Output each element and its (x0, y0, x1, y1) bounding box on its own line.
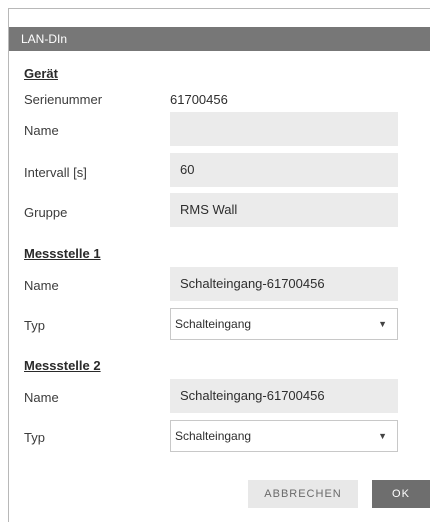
name-label: Name (24, 123, 59, 138)
messstelle2-name-field[interactable]: Schalteingang-61700456 (170, 379, 398, 413)
messstelle2-type-value: Schalteingang (175, 429, 252, 443)
serial-label: Serienummer (24, 92, 103, 107)
interval-value: 60 (180, 162, 195, 177)
messstelle1-type-value: Schalteingang (175, 317, 252, 331)
group-value: RMS Wall (180, 202, 238, 217)
messstelle2-name-value: Schalteingang-61700456 (180, 388, 325, 403)
messstelle1-type-select[interactable]: Schalteingang ▼ (170, 308, 398, 340)
dialog-title: LAN-DIn (21, 32, 68, 46)
messstelle2-type-select[interactable]: Schalteingang ▼ (170, 420, 398, 452)
messstelle2-type-label: Typ (24, 430, 45, 445)
interval-field[interactable]: 60 (170, 153, 398, 187)
messstelle1-name-value: Schalteingang-61700456 (180, 276, 325, 291)
messstelle1-name-field[interactable]: Schalteingang-61700456 (170, 267, 398, 301)
group-field[interactable]: RMS Wall (170, 193, 398, 227)
serial-value: 61700456 (170, 92, 228, 107)
section-heading-messstelle-2: Messstelle 2 (24, 358, 101, 373)
dropdown-arrow-icon: ▼ (378, 431, 387, 441)
section-heading-messstelle-1: Messstelle 1 (24, 246, 101, 261)
ok-button[interactable]: OK (372, 480, 430, 508)
dialog-titlebar: LAN-DIn (9, 27, 430, 51)
dropdown-arrow-icon: ▼ (378, 319, 387, 329)
group-label: Gruppe (24, 205, 68, 220)
section-heading-geraet: Gerät (24, 66, 58, 81)
interval-label: Intervall [s] (24, 165, 87, 180)
messstelle1-type-label: Typ (24, 318, 45, 333)
cancel-button[interactable]: ABBRECHEN (248, 480, 358, 508)
messstelle2-name-label: Name (24, 390, 59, 405)
messstelle1-name-label: Name (24, 278, 59, 293)
device-name-field[interactable] (170, 112, 398, 146)
